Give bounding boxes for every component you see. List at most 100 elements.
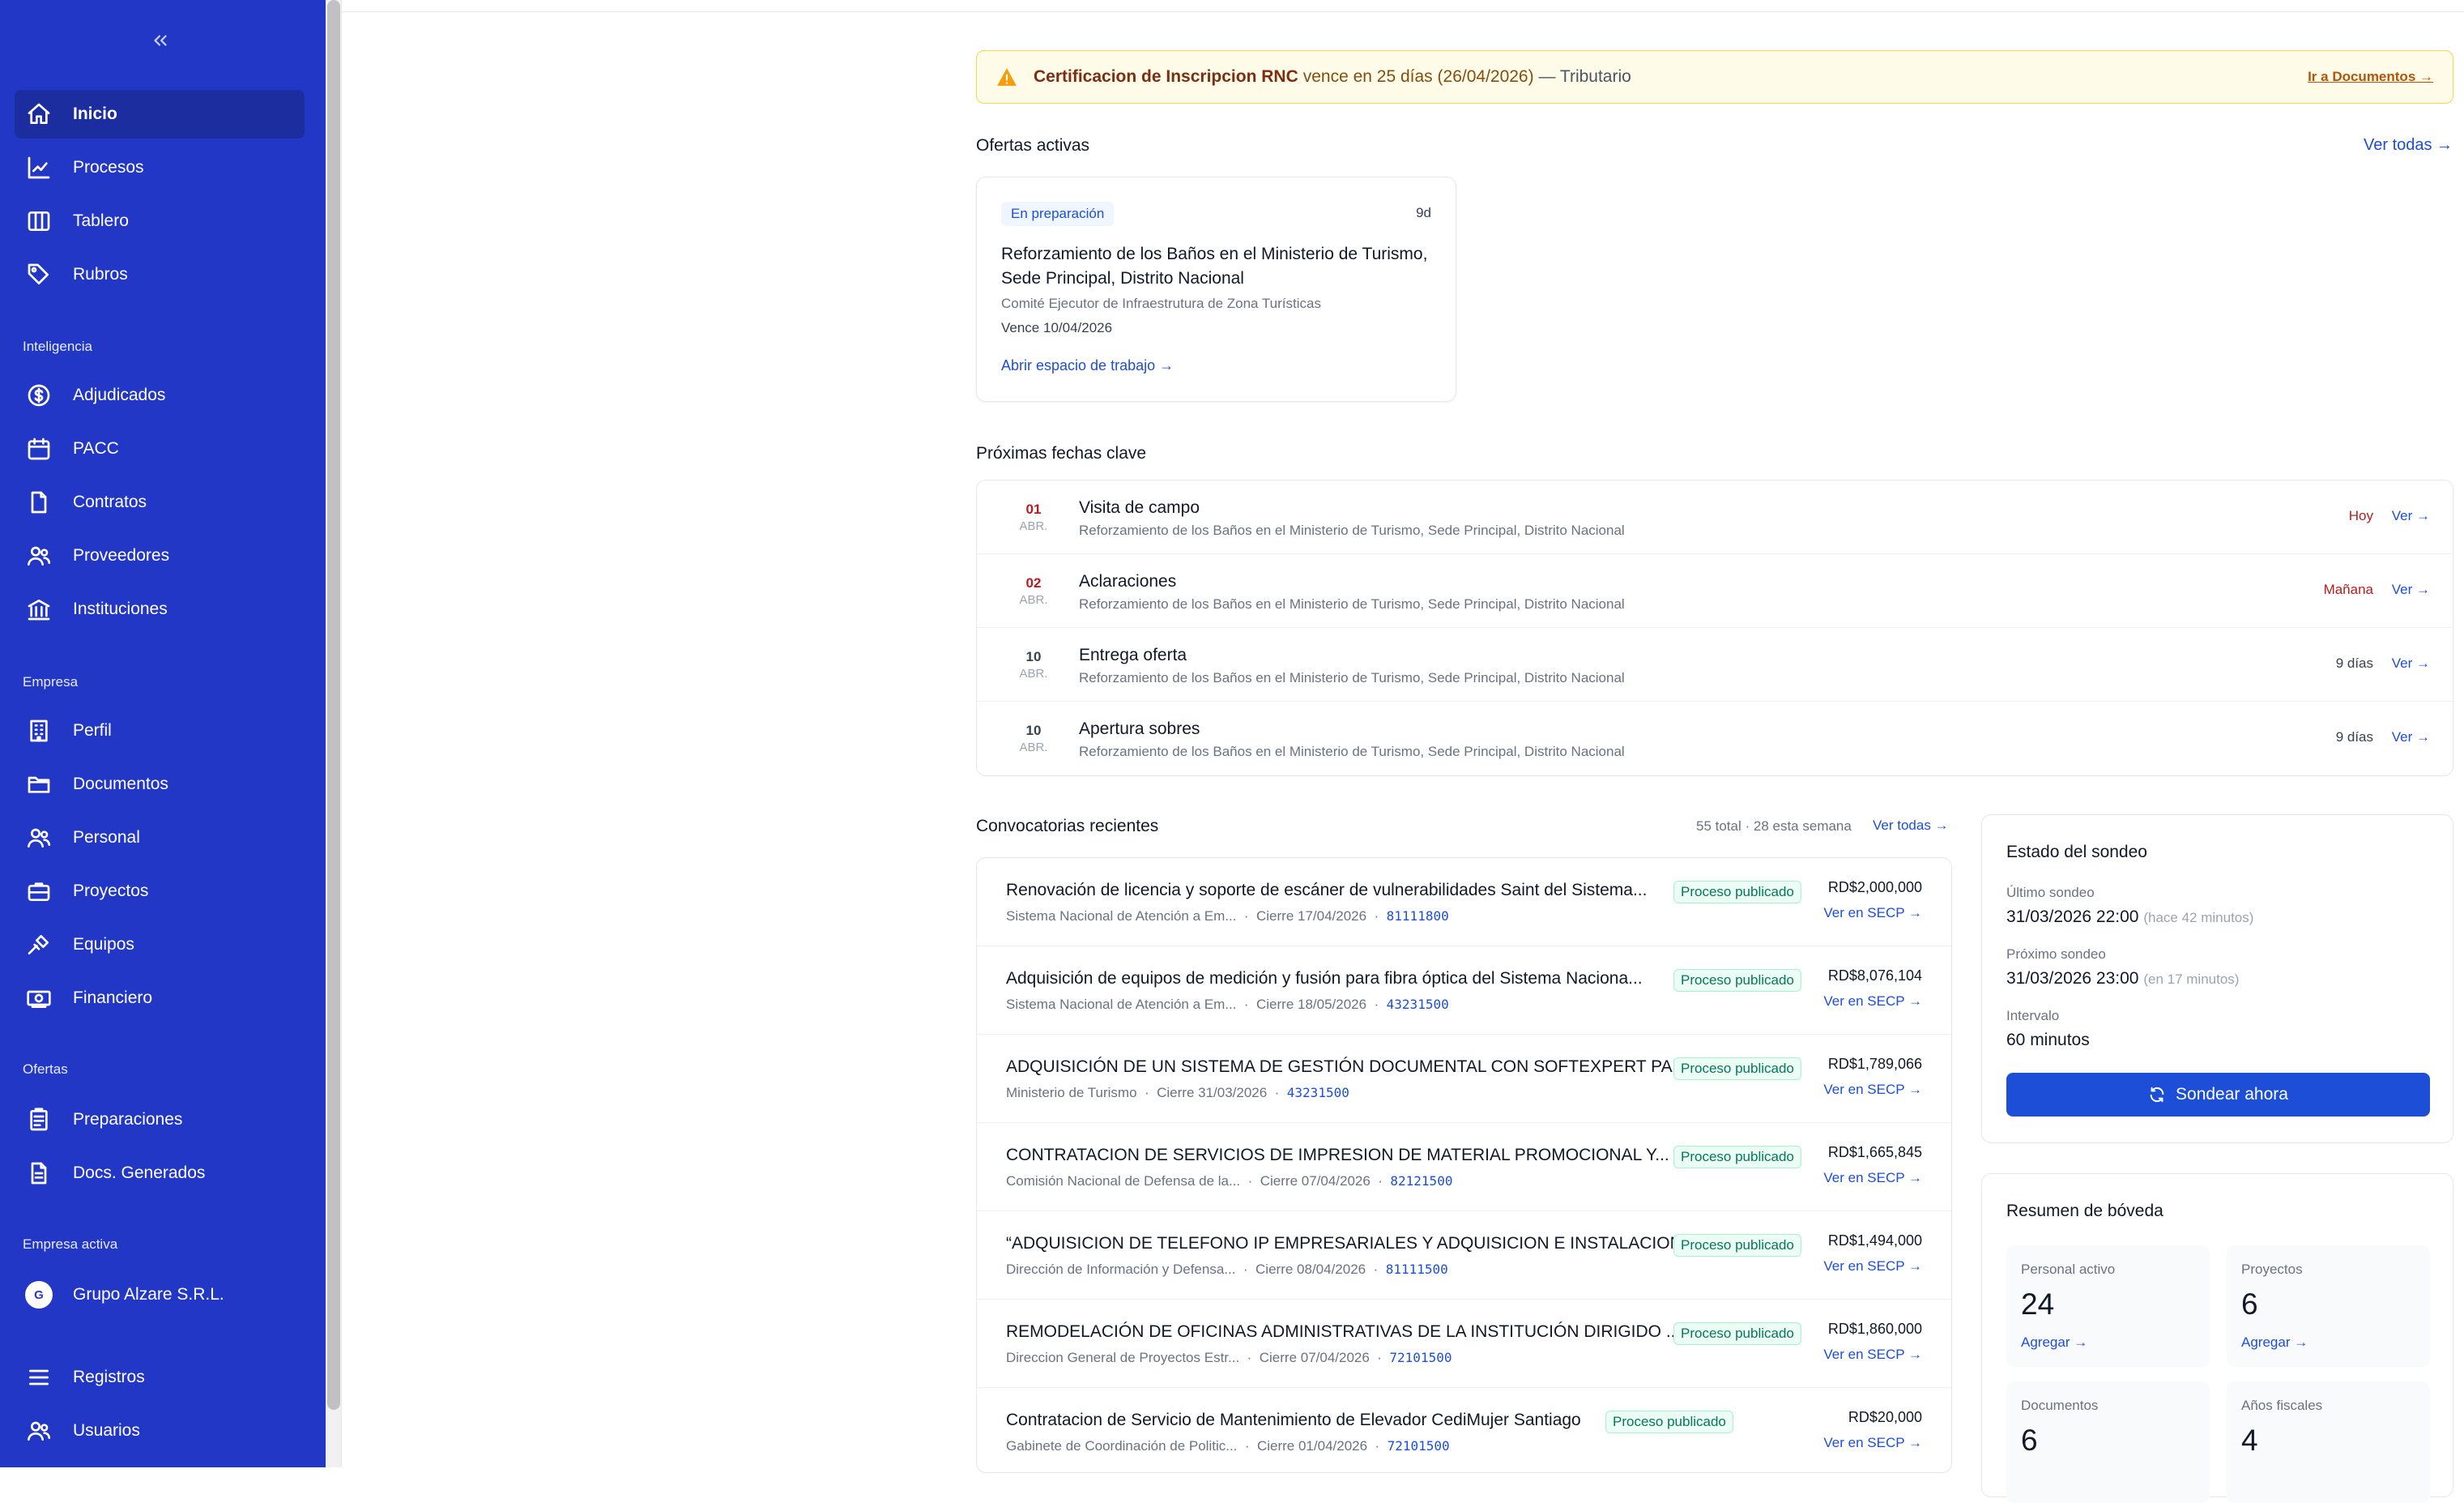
- sidebar-item-proveedores[interactable]: Proveedores: [15, 532, 305, 580]
- warning-icon: [997, 68, 1017, 86]
- sidebar-item-adjudicados[interactable]: Adjudicados: [15, 371, 305, 420]
- event-process: Reforzamiento de los Baños en el Ministe…: [1079, 670, 1625, 685]
- alert-category: — Tributario: [1538, 67, 1631, 86]
- open-workspace-link[interactable]: Abrir espacio de trabajo →: [1001, 357, 1174, 374]
- sidebar-item-pacc[interactable]: PACC: [15, 425, 305, 473]
- convocatorias-count: 55 total · 28 esta semana: [1696, 818, 1852, 834]
- ver-link[interactable]: Ver →: [2392, 655, 2430, 672]
- collapse-sidebar-button[interactable]: [144, 24, 177, 57]
- active-company-selector[interactable]: G Grupo Alzare S.R.L.: [15, 1270, 305, 1319]
- process-title[interactable]: Contratacion de Servicio de Mantenimient…: [1006, 1411, 1581, 1430]
- sidebar-item-label: Proveedores: [73, 546, 170, 565]
- process-title[interactable]: CONTRATACION DE SERVICIOS DE IMPRESION D…: [1006, 1146, 1669, 1165]
- ver-en-secp-link[interactable]: Ver en SECP →: [1823, 1258, 1922, 1275]
- list-item: 10 ABR. Apertura sobres Reforzamiento de…: [977, 702, 2453, 775]
- process-title[interactable]: “ADQUISICION DE TELEFONO IP EMPRESARIALE…: [1006, 1234, 1696, 1253]
- process-title[interactable]: ADQUISICIÓN DE UN SISTEMA DE GESTIÓN DOC…: [1006, 1057, 1699, 1077]
- ofertas-ver-todas-link[interactable]: Ver todas →: [2364, 136, 2453, 155]
- stat-documentos: Documentos 6: [2006, 1381, 2210, 1503]
- sidebar-item-procesos[interactable]: Procesos: [15, 143, 305, 192]
- event-relative: 9 días: [2335, 655, 2373, 671]
- status-badge: Proceso publicado: [1605, 1411, 1733, 1433]
- sidebar-item-perfil[interactable]: Perfil: [15, 707, 305, 755]
- list-item[interactable]: Contratacion de Servicio de Mantenimient…: [977, 1388, 1951, 1472]
- sidebar-item-rubros[interactable]: Rubros: [15, 250, 305, 299]
- add-proyecto-link[interactable]: Agregar →: [2241, 1334, 2308, 1351]
- alert-message: vence en 25 días (26/04/2026): [1302, 67, 1534, 86]
- list-item: 10 ABR. Entrega oferta Reforzamiento de …: [977, 628, 2453, 702]
- sidebar-item-contratos[interactable]: Contratos: [15, 478, 305, 527]
- sidebar-item-tablero[interactable]: Tablero: [15, 197, 305, 246]
- process-meta: Sistema Nacional de Atención a Em... · C…: [1006, 908, 1449, 924]
- section-label-ofertas: Ofertas: [23, 1061, 68, 1077]
- list-item: 01 ABR. Visita de campo Reforzamiento de…: [977, 480, 2453, 554]
- section-label-inteligencia: Inteligencia: [23, 339, 93, 354]
- columns-icon: [24, 207, 53, 236]
- vault-summary-panel: Resumen de bóveda Personal activo 24 Agr…: [1981, 1173, 2453, 1503]
- last-poll-label: Último sondeo: [2006, 885, 2095, 900]
- section-label-empresa-activa: Empresa activa: [23, 1236, 118, 1252]
- users-icon: [24, 541, 53, 570]
- offer-card[interactable]: En preparación 9d Reforzamiento de los B…: [976, 177, 1456, 402]
- process-meta: Direccion General de Proyectos Estr... ·…: [1006, 1350, 1452, 1365]
- ver-link[interactable]: Ver →: [2392, 729, 2430, 745]
- ver-link[interactable]: Ver →: [2392, 508, 2430, 524]
- section-label-empresa: Empresa: [23, 674, 79, 690]
- event-relative: 9 días: [2335, 729, 2373, 745]
- sidebar-item-proyectos[interactable]: Proyectos: [15, 867, 305, 916]
- list-item[interactable]: CONTRATACION DE SERVICIOS DE IMPRESION D…: [977, 1123, 1951, 1211]
- convocatorias-heading: Convocatorias recientes: [976, 817, 1159, 835]
- sidebar-item-label: Usuarios: [73, 1421, 140, 1440]
- ver-en-secp-link[interactable]: Ver en SECP →: [1823, 1347, 1922, 1363]
- interval-label: Intervalo: [2006, 1008, 2060, 1023]
- sidebar-item-docs-generados[interactable]: Docs. Generados: [15, 1149, 305, 1198]
- event-title: Aclaraciones: [1079, 572, 1177, 591]
- fechas-heading: Próximas fechas clave: [976, 444, 1147, 463]
- file-icon: [24, 488, 53, 517]
- list-item[interactable]: ADQUISICIÓN DE UN SISTEMA DE GESTIÓN DOC…: [977, 1035, 1951, 1123]
- event-relative: Hoy: [2348, 508, 2373, 523]
- process-title[interactable]: Adquisición de equipos de medición y fus…: [1006, 969, 1643, 988]
- list-item[interactable]: Renovación de licencia y soporte de escá…: [977, 858, 1951, 946]
- process-amount: RD$1,665,845: [1827, 1144, 1922, 1160]
- go-to-documents-link[interactable]: Ir a Documentos →: [2308, 69, 2433, 85]
- stat-proyectos: Proyectos 6 Agregar →: [2227, 1245, 2430, 1367]
- ver-en-secp-link[interactable]: Ver en SECP →: [1823, 1170, 1922, 1186]
- dollar-icon: [24, 381, 53, 410]
- process-title[interactable]: Renovación de licencia y soporte de escá…: [1006, 881, 1647, 900]
- users-icon: [24, 1416, 53, 1445]
- sidebar-scrollbar-thumb[interactable]: [327, 0, 340, 1410]
- event-title: Entrega oferta: [1079, 646, 1187, 664]
- list-item[interactable]: Adquisición de equipos de medición y fus…: [977, 946, 1951, 1035]
- poll-now-button[interactable]: Sondear ahora: [2006, 1073, 2430, 1117]
- offer-due-date: Vence 10/04/2026: [1001, 320, 1113, 335]
- sidebar-item-registros[interactable]: Registros: [15, 1353, 305, 1402]
- list-item: 02 ABR. Aclaraciones Reforzamiento de lo…: [977, 554, 2453, 628]
- sidebar-item-label: Registros: [73, 1368, 145, 1386]
- convocatorias-ver-todas-link[interactable]: Ver todas →: [1873, 818, 1949, 834]
- ver-en-secp-link[interactable]: Ver en SECP →: [1823, 1435, 1922, 1451]
- sidebar-item-inicio[interactable]: Inicio: [15, 90, 305, 139]
- process-meta: Sistema Nacional de Atención a Em... · C…: [1006, 997, 1449, 1012]
- ver-en-secp-link[interactable]: Ver en SECP →: [1823, 1082, 1922, 1098]
- sidebar-item-label: Docs. Generados: [73, 1164, 206, 1182]
- status-badge: Proceso publicado: [1673, 1146, 1801, 1168]
- sidebar-item-preparaciones[interactable]: Preparaciones: [15, 1095, 305, 1144]
- sidebar-item-financiero[interactable]: Financiero: [15, 974, 305, 1023]
- list-item[interactable]: REMODELACIÓN DE OFICINAS ADMINISTRATIVAS…: [977, 1300, 1951, 1388]
- ver-en-secp-link[interactable]: Ver en SECP →: [1823, 905, 1922, 921]
- process-title[interactable]: REMODELACIÓN DE OFICINAS ADMINISTRATIVAS…: [1006, 1322, 1680, 1342]
- sidebar-item-usuarios[interactable]: Usuarios: [15, 1407, 305, 1455]
- list-item[interactable]: “ADQUISICION DE TELEFONO IP EMPRESARIALE…: [977, 1211, 1951, 1300]
- ver-en-secp-link[interactable]: Ver en SECP →: [1823, 993, 1922, 1010]
- sidebar-item-instituciones[interactable]: Instituciones: [15, 585, 305, 634]
- ver-link[interactable]: Ver →: [2392, 582, 2430, 598]
- sidebar: Inicio Procesos Tablero Rubros Inteligen…: [0, 0, 326, 1467]
- sidebar-item-label: Rubros: [73, 265, 128, 284]
- active-company-label: Grupo Alzare S.R.L.: [73, 1285, 224, 1304]
- sidebar-item-equipos[interactable]: Equipos: [15, 920, 305, 969]
- sidebar-item-documentos[interactable]: Documentos: [15, 760, 305, 809]
- sidebar-item-personal[interactable]: Personal: [15, 813, 305, 862]
- add-personal-link[interactable]: Agregar →: [2021, 1334, 2087, 1351]
- sidebar-item-label: Adjudicados: [73, 386, 166, 404]
